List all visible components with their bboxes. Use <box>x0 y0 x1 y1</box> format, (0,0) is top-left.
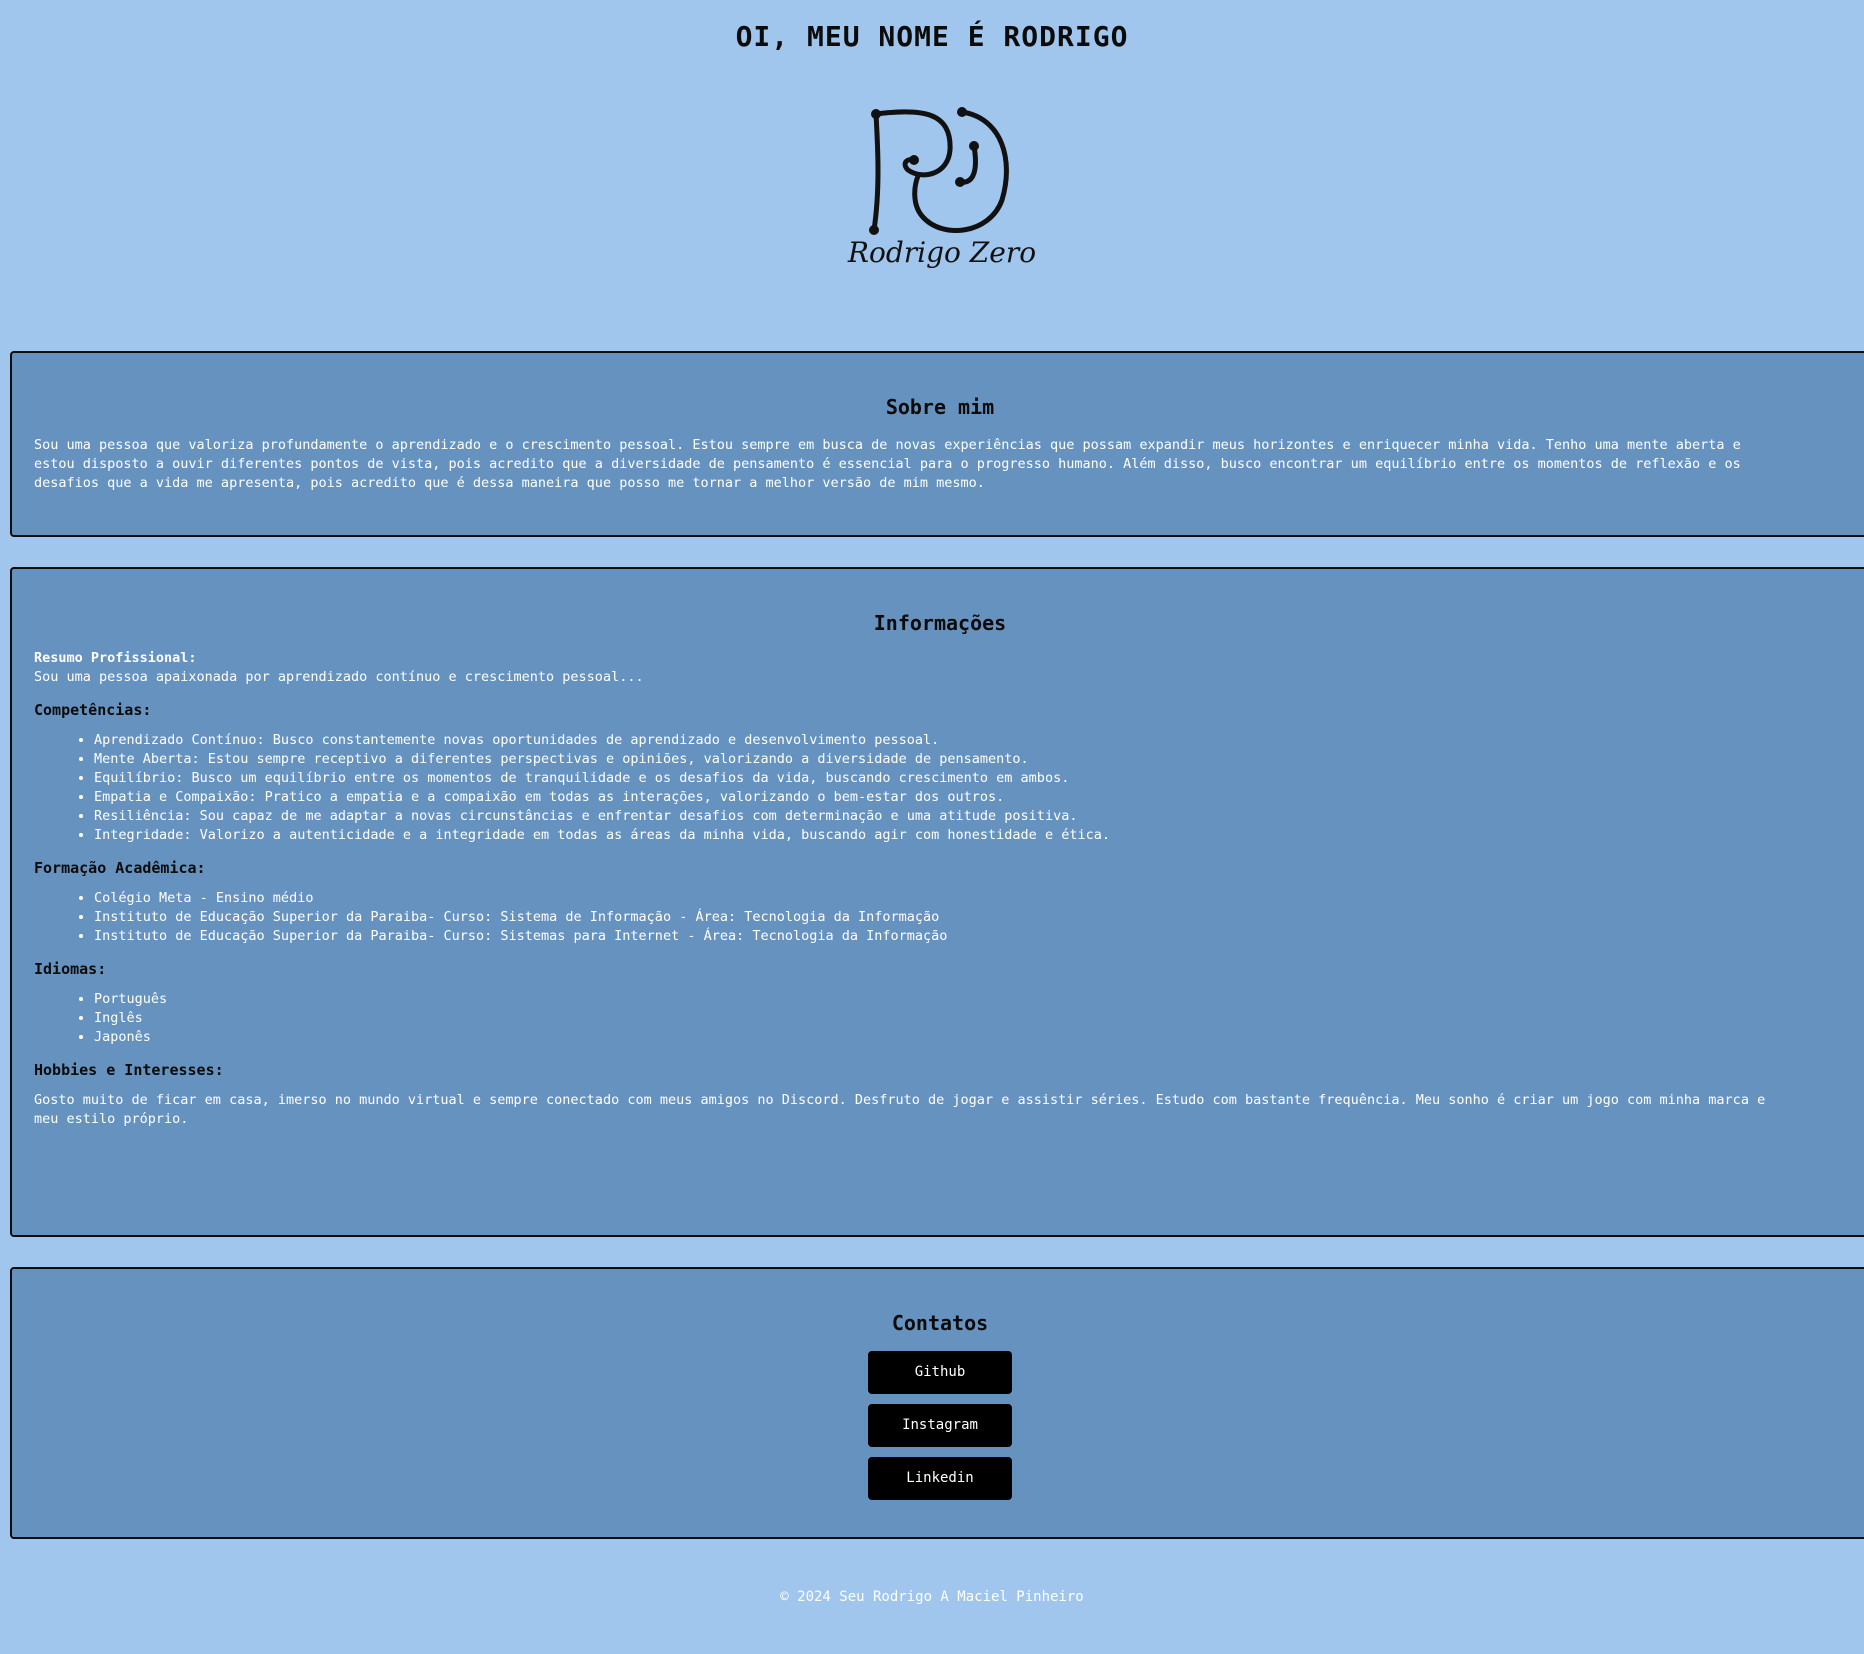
list-item: Resiliência: Sou capaz de me adaptar a n… <box>94 807 1846 826</box>
github-button[interactable]: Github <box>868 1351 1012 1394</box>
instagram-button[interactable]: Instagram <box>868 1404 1012 1447</box>
list-item: Instituto de Educação Superior da Paraib… <box>94 927 1846 946</box>
list-item: Instituto de Educação Superior da Paraib… <box>94 908 1846 927</box>
about-section: Sobre mim Sou uma pessoa que valoriza pr… <box>10 351 1864 537</box>
list-item: Equilíbrio: Busco um equilíbrio entre os… <box>94 769 1846 788</box>
about-heading: Sobre mim <box>885 395 995 419</box>
list-item: Mente Aberta: Estou sempre receptivo a d… <box>94 750 1846 769</box>
education-list: Colégio Meta - Ensino médio Instituto de… <box>34 889 1846 946</box>
list-item: Português <box>94 990 1846 1009</box>
about-text: Sou uma pessoa que valoriza profundament… <box>34 437 1741 491</box>
list-item: Empatia e Compaixão: Pratico a empatia e… <box>94 788 1846 807</box>
list-item: Aprendizado Contínuo: Busco constantemen… <box>94 731 1846 750</box>
contacts-heading: Contatos <box>891 1311 989 1335</box>
linkedin-button[interactable]: Linkedin <box>868 1457 1012 1500</box>
info-heading: Informações <box>873 611 1007 635</box>
skills-list: Aprendizado Contínuo: Busco constantemen… <box>34 731 1846 845</box>
list-item: Inglês <box>94 1009 1846 1028</box>
languages-list: Português Inglês Japonês <box>34 990 1846 1047</box>
contacts-section: Contatos Github Instagram Linkedin <box>10 1267 1864 1539</box>
languages-heading: Idiomas: <box>34 960 107 978</box>
summary-label: Resumo Profissional: <box>34 650 197 666</box>
list-item: Colégio Meta - Ensino médio <box>94 889 1846 908</box>
skills-heading: Competências: <box>34 701 152 719</box>
education-heading: Formação Acadêmica: <box>34 859 206 877</box>
info-section: Informações Resumo Profissional: Sou uma… <box>10 567 1864 1237</box>
hobbies-text: Gosto muito de ficar em casa, imerso no … <box>34 1092 1766 1127</box>
summary-text: Sou uma pessoa apaixonada por aprendizad… <box>34 669 644 685</box>
footer-copyright: © 2024 Seu Rodrigo A Maciel Pinheiro <box>780 1589 1084 1605</box>
page-title: OI, MEU NOME É RODRIGO <box>735 20 1129 53</box>
list-item: Japonês <box>94 1028 1846 1047</box>
list-item: Integridade: Valorizo a autenticidade e … <box>94 826 1846 845</box>
hobbies-heading: Hobbies e Interesses: <box>34 1061 224 1079</box>
logo-caption: Rodrigo Zero <box>847 236 1037 269</box>
